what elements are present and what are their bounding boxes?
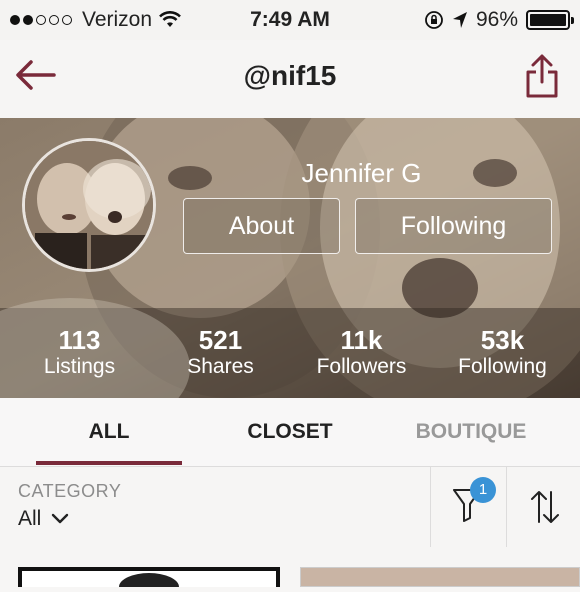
divider (506, 467, 507, 547)
listing-thumbnail[interactable] (300, 567, 580, 587)
location-arrow-icon (452, 12, 467, 28)
battery-icon (526, 10, 574, 30)
orientation-lock-icon (425, 11, 443, 29)
stat-shares[interactable]: 521 Shares (148, 326, 293, 380)
category-value: All (18, 507, 42, 530)
tab-boutique[interactable]: BOUTIQUE (396, 420, 546, 444)
stat-followers[interactable]: 11k Followers (289, 326, 434, 380)
stat-value: 113 (58, 325, 101, 355)
page-title: @nif15 (243, 60, 337, 91)
following-button[interactable]: Following (355, 198, 552, 254)
category-label: CATEGORY (18, 481, 122, 501)
tab-closet[interactable]: CLOSET (215, 420, 365, 444)
about-button[interactable]: About (183, 198, 340, 254)
battery-percent: 96% (475, 8, 518, 31)
nav-bar: @nif15 (0, 40, 580, 118)
category-dropdown[interactable]: All (18, 507, 69, 531)
profile-banner: Jennifer G About Following 113 Listings … (0, 118, 580, 398)
tab-all[interactable]: ALL (36, 420, 182, 444)
stat-value: 521 (198, 325, 243, 355)
stat-value: 11k (340, 325, 383, 355)
stat-label: Listings (43, 355, 116, 378)
filter-bar: CATEGORY All 1 (0, 467, 580, 548)
listing-thumbnail[interactable] (18, 567, 280, 592)
stat-listings[interactable]: 113 Listings (7, 326, 152, 380)
tab-bar: ALL CLOSET BOUTIQUE (0, 398, 580, 467)
divider (430, 467, 431, 547)
chevron-down-icon (52, 513, 69, 524)
stat-label: Following (458, 355, 547, 378)
listings-grid (0, 547, 580, 592)
stat-label: Followers (316, 355, 407, 378)
filter-count-badge: 1 (470, 477, 496, 503)
stat-label: Shares (187, 355, 254, 378)
share-icon[interactable] (524, 52, 560, 100)
stat-value: 53k (480, 325, 525, 355)
stat-following[interactable]: 53k Following (430, 326, 575, 380)
profile-name: Jennifer G (301, 158, 422, 188)
status-right: 96% (424, 8, 574, 32)
status-bar: Verizon 7:49 AM 96% (0, 0, 580, 40)
sort-arrows-icon[interactable] (530, 489, 560, 525)
active-tab-indicator (36, 461, 182, 465)
avatar[interactable] (22, 138, 156, 272)
